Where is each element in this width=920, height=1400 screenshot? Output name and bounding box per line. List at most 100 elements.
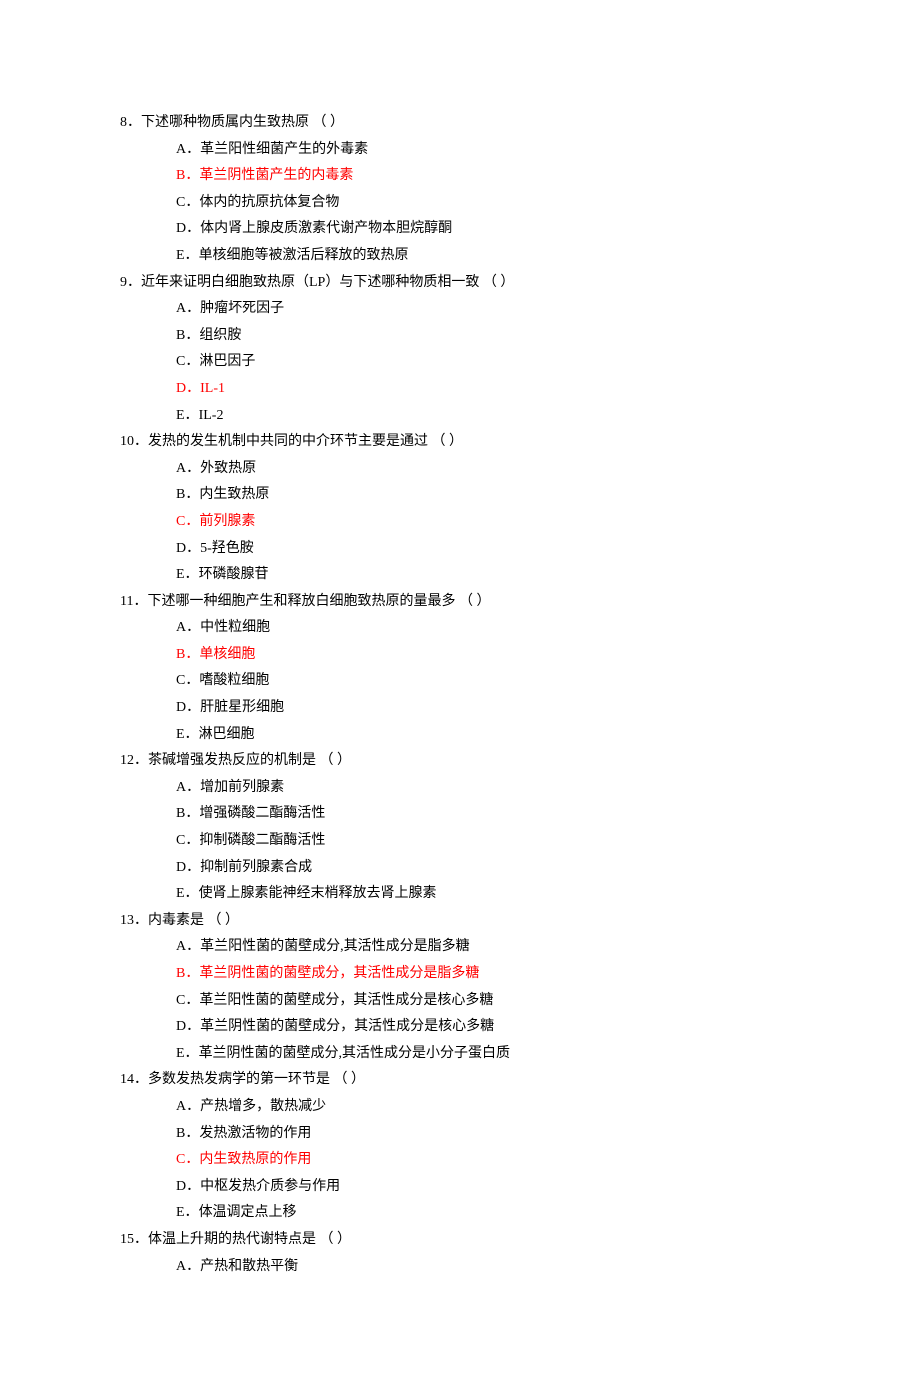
- option-label: A．: [176, 461, 200, 476]
- question-number: 10．: [120, 434, 148, 449]
- option: B．革兰阴性菌的菌壁成分，其活性成分是脂多糖: [176, 961, 800, 988]
- option-label: C．: [176, 833, 199, 848]
- question: 15．体温上升期的热代谢特点是 （ ） A．产热和散热平衡: [120, 1227, 800, 1280]
- option-label: A．: [176, 1099, 200, 1114]
- option-text: 淋巴因子: [199, 354, 255, 369]
- option-text: 使肾上腺素能神经末梢释放去肾上腺素: [199, 886, 437, 901]
- option-text: 抑制磷酸二酯酶活性: [199, 833, 325, 848]
- question-stem: 14．多数发热发病学的第一环节是 （ ）: [120, 1067, 800, 1094]
- option: D．5-羟色胺: [176, 536, 800, 563]
- question-text: 发热的发生机制中共同的中介环节主要是通过 （ ）: [148, 434, 463, 449]
- option-text: 发热激活物的作用: [199, 1126, 311, 1141]
- question-stem: 9．近年来证明白细胞致热原（LP）与下述哪种物质相一致 （ ）: [120, 270, 800, 297]
- option-label: A．: [176, 1259, 200, 1274]
- option-text: 淋巴细胞: [199, 727, 255, 742]
- option-label: E．: [176, 886, 199, 901]
- option: A．革兰阳性菌的菌壁成分,其活性成分是脂多糖: [176, 934, 800, 961]
- option: C．内生致热原的作用: [176, 1147, 800, 1174]
- question: 9．近年来证明白细胞致热原（LP）与下述哪种物质相一致 （ ）A．肿瘤坏死因子B…: [120, 270, 800, 430]
- question: 10．发热的发生机制中共同的中介环节主要是通过 （ ）A．外致热原B．内生致热原…: [120, 429, 800, 589]
- option-text: 革兰阴性菌的菌壁成分，其活性成分是核心多糖: [200, 1019, 494, 1034]
- option: D．中枢发热介质参与作用: [176, 1174, 800, 1201]
- option: C．前列腺素: [176, 509, 800, 536]
- option: C．体内的抗原抗体复合物: [176, 190, 800, 217]
- option: B．增强磷酸二酯酶活性: [176, 801, 800, 828]
- option: B．组织胺: [176, 323, 800, 350]
- option-text: 内生致热原: [199, 487, 269, 502]
- option: E．单核细胞等被激活后释放的致热原: [176, 243, 800, 270]
- options-list: A．中性粒细胞B．单核细胞C．嗜酸粒细胞D．肝脏星形细胞E．淋巴细胞: [120, 615, 800, 748]
- option-text: 革兰阳性细菌产生的外毒素: [200, 142, 368, 157]
- question-text: 下述哪一种细胞产生和释放白细胞致热原的量最多 （ ）: [147, 594, 490, 609]
- option: C．嗜酸粒细胞: [176, 668, 800, 695]
- option-text: 外致热原: [200, 461, 256, 476]
- option-label: D．: [176, 700, 200, 715]
- option: C．淋巴因子: [176, 349, 800, 376]
- option: A．外致热原: [176, 456, 800, 483]
- option-label: C．: [176, 673, 199, 688]
- option-text: 革兰阴性菌的菌壁成分,其活性成分是小分子蛋白质: [199, 1046, 511, 1061]
- option-text: 增强磷酸二酯酶活性: [199, 806, 325, 821]
- option-text: 体内的抗原抗体复合物: [199, 195, 339, 210]
- question-stem: 13．内毒素是 （ ）: [120, 908, 800, 935]
- option-text: 体内肾上腺皮质激素代谢产物本胆烷醇酮: [200, 221, 452, 236]
- option: B．发热激活物的作用: [176, 1121, 800, 1148]
- option-text: IL-1: [200, 381, 225, 396]
- option-text: 前列腺素: [199, 514, 255, 529]
- option: E．IL-2: [176, 403, 800, 430]
- options-list: A．革兰阳性菌的菌壁成分,其活性成分是脂多糖B．革兰阴性菌的菌壁成分，其活性成分…: [120, 934, 800, 1067]
- option-text: 内生致热原的作用: [199, 1152, 311, 1167]
- option-label: A．: [176, 939, 200, 954]
- option-label: E．: [176, 727, 199, 742]
- question-number: 15．: [120, 1232, 148, 1247]
- option-text: 体温调定点上移: [199, 1205, 297, 1220]
- option: E．淋巴细胞: [176, 722, 800, 749]
- question-number: 8．: [120, 115, 141, 130]
- option: D．革兰阴性菌的菌壁成分，其活性成分是核心多糖: [176, 1014, 800, 1041]
- option-text: 组织胺: [199, 328, 241, 343]
- option-label: D．: [176, 221, 200, 236]
- option-text: 肿瘤坏死因子: [200, 301, 284, 316]
- option-label: E．: [176, 1205, 199, 1220]
- question-stem: 12．茶碱增强发热反应的机制是 （ ）: [120, 748, 800, 775]
- question-number: 14．: [120, 1072, 148, 1087]
- option-label: A．: [176, 301, 200, 316]
- option-text: 单核细胞等被激活后释放的致热原: [199, 248, 409, 263]
- option: E．体温调定点上移: [176, 1200, 800, 1227]
- option-text: 中枢发热介质参与作用: [200, 1179, 340, 1194]
- question: 12．茶碱增强发热反应的机制是 （ ）A．增加前列腺素B．增强磷酸二酯酶活性C．…: [120, 748, 800, 908]
- option-label: D．: [176, 1019, 200, 1034]
- options-list: A．外致热原B．内生致热原C．前列腺素D．5-羟色胺E．环磷酸腺苷: [120, 456, 800, 589]
- option-label: C．: [176, 195, 199, 210]
- option-text: 产热和散热平衡: [200, 1259, 298, 1274]
- option-label: B．: [176, 328, 199, 343]
- option-label: B．: [176, 966, 199, 981]
- option-label: A．: [176, 142, 200, 157]
- option-label: E．: [176, 1046, 199, 1061]
- option-label: E．: [176, 567, 199, 582]
- option: D．体内肾上腺皮质激素代谢产物本胆烷醇酮: [176, 216, 800, 243]
- question: 8．下述哪种物质属内生致热原 （ ）A．革兰阳性细菌产生的外毒素B．革兰阴性菌产…: [120, 110, 800, 270]
- question-stem: 10．发热的发生机制中共同的中介环节主要是通过 （ ）: [120, 429, 800, 456]
- option-text: 中性粒细胞: [200, 620, 270, 635]
- option: D．肝脏星形细胞: [176, 695, 800, 722]
- question-number: 9．: [120, 275, 141, 290]
- question-text: 近年来证明白细胞致热原（LP）与下述哪种物质相一致 （ ）: [141, 275, 514, 290]
- option-label: A．: [176, 620, 200, 635]
- option-text: 革兰阳性菌的菌壁成分，其活性成分是核心多糖: [199, 993, 493, 1008]
- question: 11．下述哪一种细胞产生和释放白细胞致热原的量最多 （ ）A．中性粒细胞B．单核…: [120, 589, 800, 749]
- option: D．IL-1: [176, 376, 800, 403]
- option: A．中性粒细胞: [176, 615, 800, 642]
- question-number: 11．: [120, 594, 147, 609]
- question-stem: 15．体温上升期的热代谢特点是 （ ）: [120, 1227, 800, 1254]
- option-label: D．: [176, 1179, 200, 1194]
- option: D．抑制前列腺素合成: [176, 855, 800, 882]
- option-text: 5-羟色胺: [200, 541, 254, 556]
- option-label: C．: [176, 993, 199, 1008]
- option: E．革兰阴性菌的菌壁成分,其活性成分是小分子蛋白质: [176, 1041, 800, 1068]
- options-list: A．增加前列腺素B．增强磷酸二酯酶活性C．抑制磷酸二酯酶活性D．抑制前列腺素合成…: [120, 775, 800, 908]
- options-list: A．革兰阳性细菌产生的外毒素B．革兰阴性菌产生的内毒素C．体内的抗原抗体复合物D…: [120, 137, 800, 270]
- question-stem: 11．下述哪一种细胞产生和释放白细胞致热原的量最多 （ ）: [120, 589, 800, 616]
- question: 14．多数发热发病学的第一环节是 （ ）A．产热增多，散热减少B．发热激活物的作…: [120, 1067, 800, 1227]
- option-label: C．: [176, 1152, 199, 1167]
